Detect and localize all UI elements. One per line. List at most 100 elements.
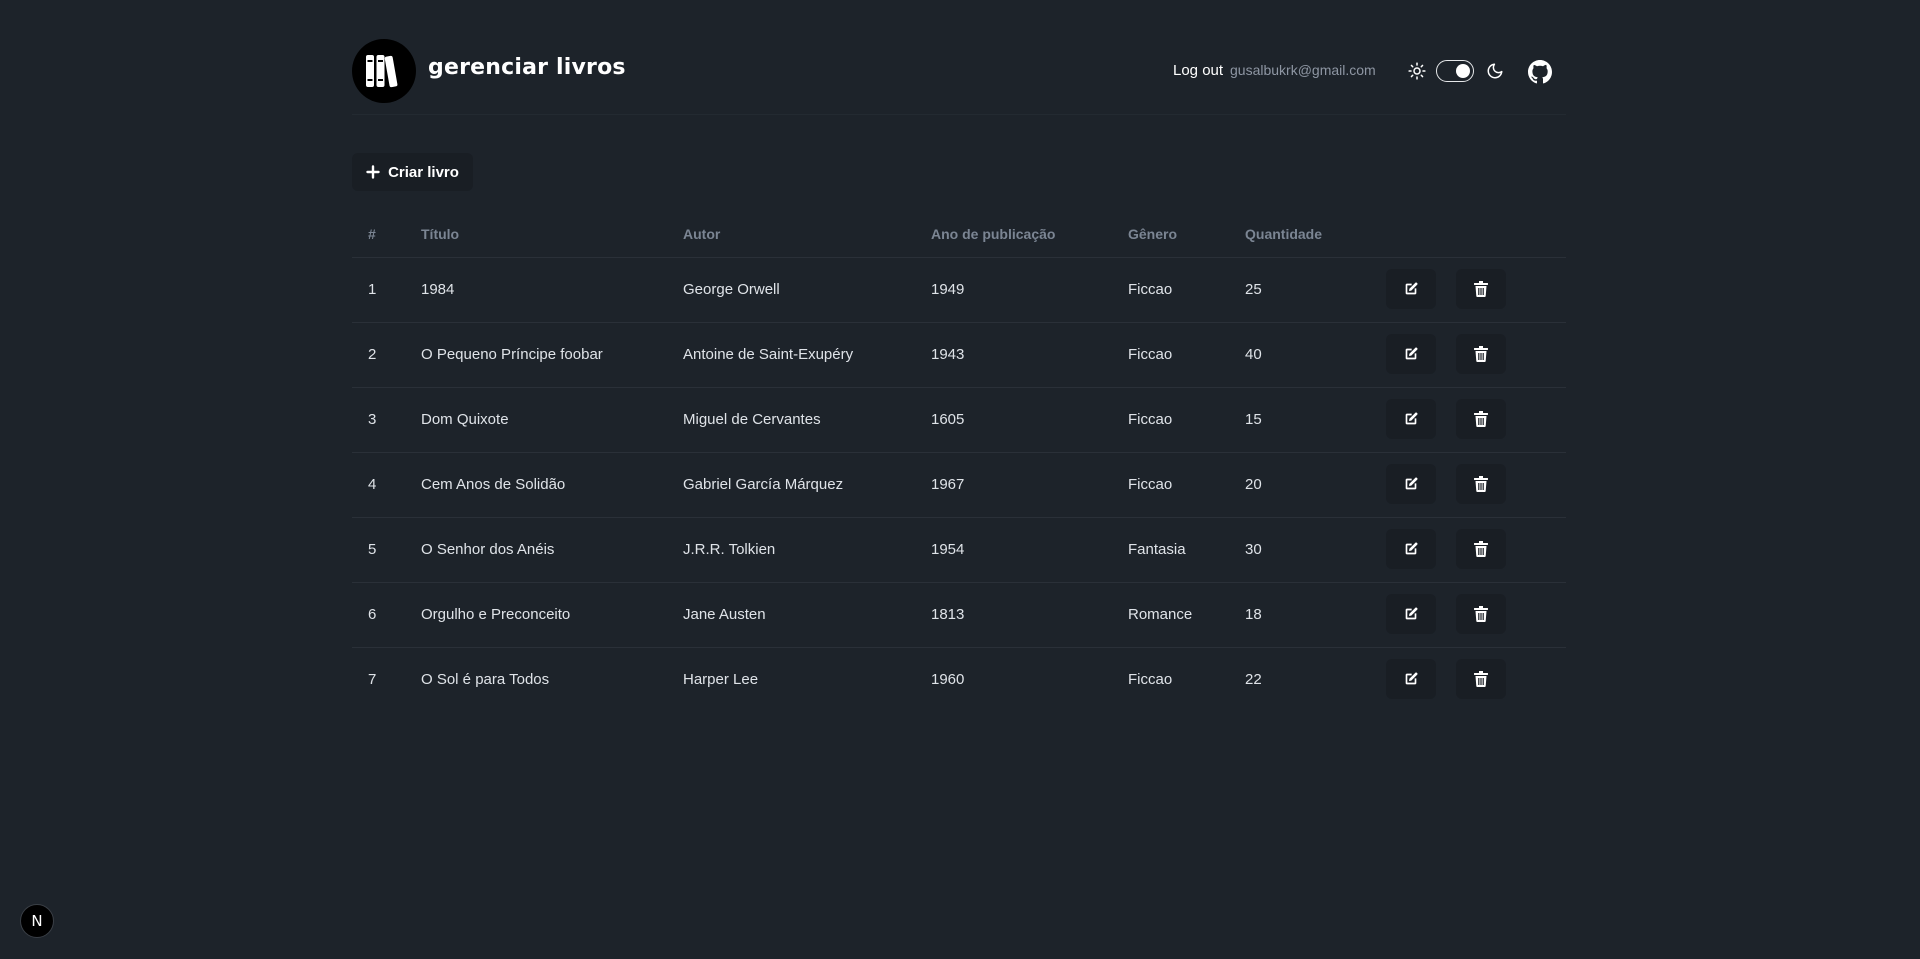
table-row: 3 Dom Quixote Miguel de Cervantes 1605 Ficca… [352,388,1566,453]
table-row: 1 1984 George Orwell 1949 Ficcao 25 [352,258,1566,323]
delete-book-button[interactable] [1456,594,1506,634]
table-row: 5 O Senhor dos Anéis J.R.R. Tolkien 1954 Fan… [352,518,1566,583]
book-genre: Ficcao [1128,476,1173,493]
row-number: 4 [368,476,377,493]
column-header-number: # [368,226,376,242]
column-header-author: Autor [683,226,721,242]
book-quantity: 18 [1245,606,1262,623]
book-genre: Ficcao [1128,671,1173,688]
moon-icon [1487,63,1503,79]
github-icon[interactable] [1528,60,1552,84]
book-quantity: 22 [1245,671,1262,688]
book-genre: Ficcao [1128,346,1173,363]
book-year: 1943 [931,346,965,363]
trash-icon [1474,606,1488,622]
delete-book-button[interactable] [1456,399,1506,439]
book-author: Miguel de Cervantes [683,411,821,428]
book-author: George Orwell [683,281,780,298]
book-year: 1605 [931,411,965,428]
trash-icon [1474,346,1488,362]
books-icon [366,55,398,88]
book-year: 1960 [931,671,965,688]
edit-book-button[interactable] [1386,334,1436,374]
edit-icon [1405,412,1418,425]
book-quantity: 20 [1245,476,1262,493]
table-row: 7 O Sol é para Todos Harper Lee 1960 Ficcao 2… [352,648,1566,712]
header: gerenciar livros Log out gusalbukrk@gmai… [352,0,1566,115]
row-number: 6 [368,606,377,623]
book-genre: Romance [1128,606,1193,623]
book-author: Harper Lee [683,671,759,688]
edit-icon [1405,542,1418,555]
book-author: Antoine de Saint-Exupéry [683,346,854,363]
book-quantity: 40 [1245,346,1262,363]
books-table: # Título Autor Ano de publicação Gênero … [352,209,1566,712]
book-title: Dom Quixote [421,411,509,428]
table-row: 2 O Pequeno Príncipe foobar Antoine de Sai… [352,323,1566,388]
book-author: J.R.R. Tolkien [683,541,776,558]
edit-book-button[interactable] [1386,399,1436,439]
book-genre: Ficcao [1128,411,1173,428]
plus-icon [366,165,380,179]
row-number: 3 [368,411,377,428]
book-year: 1954 [931,541,965,558]
edit-icon [1405,347,1418,360]
book-genre: Fantasia [1128,541,1186,558]
book-author: Gabriel García Márquez [683,476,844,493]
edit-icon [1405,607,1418,620]
table-row: 6 Orgulho e Preconceito Jane Austen 1813 Rom… [352,583,1566,648]
edit-icon [1405,672,1418,685]
trash-icon [1474,281,1488,297]
delete-book-button[interactable] [1456,659,1506,699]
book-quantity: 25 [1245,281,1262,298]
trash-icon [1474,476,1488,492]
row-number: 7 [368,671,377,688]
create-book-button[interactable]: Criar livro [352,153,473,191]
edit-icon [1405,477,1418,490]
toggle-knob [1456,63,1470,78]
book-year: 1813 [931,606,965,623]
column-header-year: Ano de publicação [931,226,1056,242]
delete-book-button[interactable] [1456,334,1506,374]
row-number: 1 [368,281,377,298]
app-container: gerenciar livros Log out gusalbukrk@gmai… [352,0,1566,699]
book-author: Jane Austen [683,606,766,623]
table-row: 4 Cem Anos de Solidão Gabriel García Márqu… [352,453,1566,518]
delete-book-button[interactable] [1456,269,1506,309]
book-title: O Senhor dos Anéis [421,541,555,558]
sun-icon [1408,62,1426,80]
edit-book-button[interactable] [1386,529,1436,569]
book-quantity: 30 [1245,541,1262,558]
edit-book-button[interactable] [1386,594,1436,634]
book-title: O Sol é para Todos [421,671,550,688]
trash-icon [1474,411,1488,427]
book-title: O Pequeno Príncipe foobar [421,346,603,363]
nextjs-badge[interactable]: N [20,904,54,938]
edit-book-button[interactable] [1386,659,1436,699]
logo[interactable] [352,39,416,103]
book-title: 1984 [421,281,455,298]
user-email: gusalbukrk@gmail.com [1230,62,1376,78]
row-number: 2 [368,346,377,363]
book-genre: Ficcao [1128,281,1173,298]
create-book-label: Criar livro [388,163,459,181]
book-quantity: 15 [1245,411,1262,428]
edit-book-button[interactable] [1386,269,1436,309]
column-header-quantity: Quantidade [1245,226,1323,242]
nextjs-icon: N [31,912,43,930]
book-title: Cem Anos de Solidão [421,476,566,493]
edit-icon [1405,282,1418,295]
column-header-title: Título [421,226,460,242]
trash-icon [1474,671,1488,687]
delete-book-button[interactable] [1456,464,1506,504]
theme-toggle[interactable] [1436,60,1474,82]
delete-book-button[interactable] [1456,529,1506,569]
table-body: 1 1984 George Orwell 1949 Ficcao 25 2 O Pequeno… [352,258,1566,712]
book-year: 1967 [931,476,965,493]
trash-icon [1474,541,1488,557]
edit-book-button[interactable] [1386,464,1436,504]
app-title: gerenciar livros [428,55,626,80]
row-number: 5 [368,541,377,558]
column-header-genre: Gênero [1128,226,1178,242]
logout-link[interactable]: Log out [1173,62,1223,79]
